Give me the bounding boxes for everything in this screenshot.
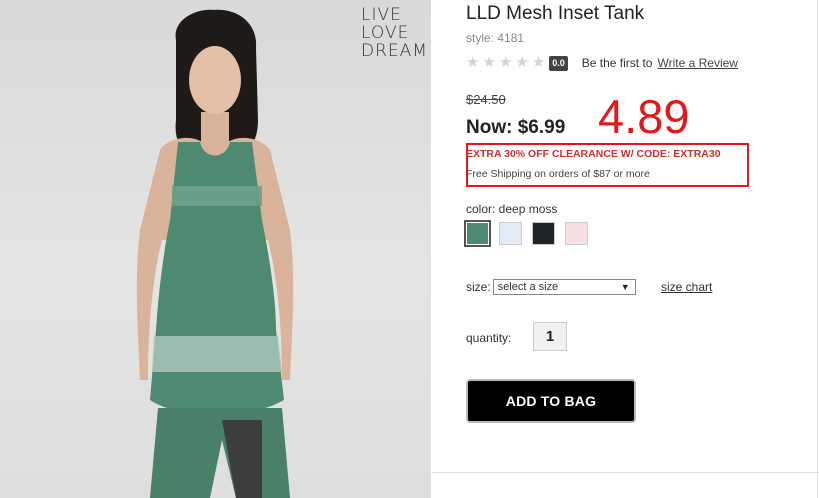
color-label: color: deep moss xyxy=(466,202,558,216)
logo-word-dream: DREAM xyxy=(361,41,428,61)
size-row: size: select a size ▼ xyxy=(466,278,636,296)
quantity-label: quantity: xyxy=(466,331,512,345)
handwritten-price-annotation: 4.89 xyxy=(598,90,690,143)
rating-score-badge: 0.0 xyxy=(549,55,568,71)
promo-code-text: EXTRA 30% OFF CLEARANCE W/ CODE: EXTRA30 xyxy=(466,148,721,160)
model-illustration xyxy=(136,9,294,498)
add-to-bag-button[interactable]: ADD TO BAG xyxy=(466,379,636,423)
quantity-input[interactable]: 1 xyxy=(533,322,567,351)
star-icon: ★ xyxy=(498,54,513,71)
write-review-link[interactable]: Write a Review xyxy=(657,56,737,70)
star-icon: ★ xyxy=(531,54,546,71)
swatch-black[interactable] xyxy=(532,222,555,245)
logo-word-live: LIVE xyxy=(361,5,402,25)
swatch-light-blue[interactable] xyxy=(499,222,522,245)
brand-logo: LIVE LOVE DREAM xyxy=(361,6,427,60)
size-label: size: xyxy=(466,280,491,294)
product-info-panel: LLD Mesh Inset Tank style: 4181 ★ ★ ★ ★ … xyxy=(432,0,819,498)
sale-price: Now: $6.99 xyxy=(466,117,566,138)
style-number: style: 4181 xyxy=(466,31,525,45)
product-title: LLD Mesh Inset Tank xyxy=(466,3,645,24)
star-icon: ★ xyxy=(466,54,480,71)
swatch-pink[interactable] xyxy=(565,222,588,245)
logo-word-love: LOVE xyxy=(361,23,410,43)
swatch-deep-moss[interactable] xyxy=(464,220,491,247)
star-rating: ★ ★ ★ ★ ★ xyxy=(466,55,545,71)
size-select-value: select a size xyxy=(497,281,559,293)
page-edge-line xyxy=(817,0,818,498)
rating-row: ★ ★ ★ ★ ★ 0.0 Be the first to Write a Re… xyxy=(466,55,738,71)
original-price: $24.50 xyxy=(466,92,506,107)
size-select[interactable]: select a size ▼ xyxy=(492,279,636,295)
product-photo: LIVE LOVE DREAM xyxy=(0,0,431,498)
size-chart-link[interactable]: size chart xyxy=(661,280,712,294)
color-swatches xyxy=(464,220,588,247)
free-shipping-text: Free Shipping on orders of $87 or more xyxy=(466,168,650,180)
review-prompt: Be the first to xyxy=(581,56,653,70)
chevron-down-icon: ▼ xyxy=(620,282,630,292)
divider xyxy=(432,472,819,473)
star-icon: ★ xyxy=(515,54,529,71)
star-icon: ★ xyxy=(482,54,496,71)
